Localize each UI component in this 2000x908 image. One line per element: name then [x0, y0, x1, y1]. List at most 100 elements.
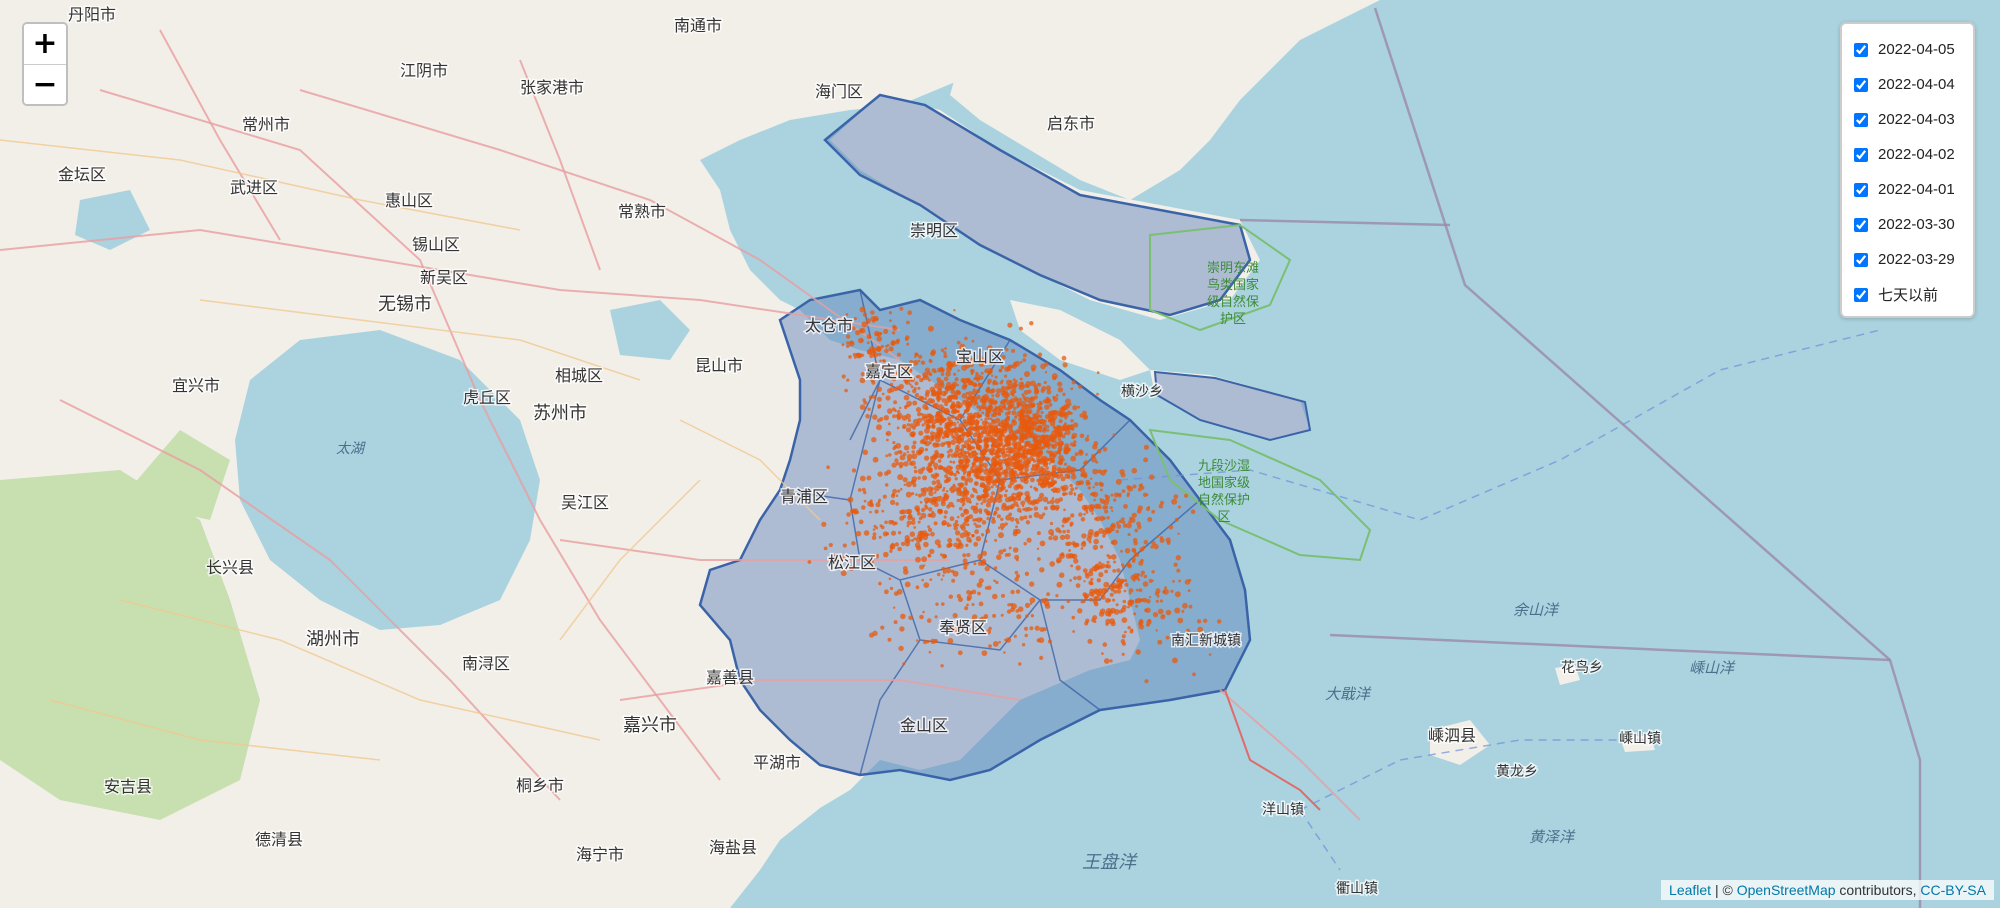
layer-checkbox[interactable]: [1854, 182, 1868, 197]
layer-checkbox[interactable]: [1854, 287, 1868, 302]
place-label: 桐乡市: [516, 776, 564, 795]
case-marker: [1188, 604, 1193, 609]
layer-checkbox[interactable]: [1854, 252, 1868, 267]
case-marker: [1066, 599, 1071, 603]
case-marker: [928, 378, 931, 382]
zoom-in-button[interactable]: +: [24, 24, 66, 64]
case-marker: [872, 394, 877, 399]
case-marker: [876, 336, 883, 342]
case-marker: [1127, 605, 1130, 609]
layer-option-2022-04-02[interactable]: 2022-04-02: [1852, 137, 1963, 172]
case-marker: [924, 448, 929, 452]
case-marker: [848, 340, 855, 347]
case-marker: [952, 381, 958, 387]
case-marker: [1092, 544, 1099, 551]
case-marker: [1003, 427, 1007, 431]
case-marker: [1121, 634, 1126, 639]
case-marker: [937, 387, 943, 393]
case-marker: [1106, 560, 1110, 564]
case-marker: [1077, 608, 1083, 614]
case-marker: [1070, 387, 1074, 391]
case-marker: [1056, 581, 1063, 588]
case-marker: [1090, 477, 1093, 480]
layer-checkbox[interactable]: [1854, 112, 1868, 127]
case-marker: [1111, 509, 1114, 513]
case-marker: [981, 403, 987, 410]
case-marker: [1063, 508, 1066, 512]
layer-checkbox[interactable]: [1854, 42, 1868, 57]
case-marker: [911, 492, 915, 496]
case-marker: [924, 440, 931, 447]
case-marker: [1024, 507, 1029, 512]
case-marker: [891, 462, 897, 468]
case-marker: [883, 415, 889, 421]
case-marker: [1014, 435, 1019, 439]
case-marker: [930, 437, 934, 441]
case-marker: [1174, 517, 1179, 522]
case-marker: [1027, 443, 1030, 447]
case-marker: [1102, 505, 1107, 510]
case-marker: [955, 530, 961, 536]
case-marker: [1033, 506, 1039, 511]
leaflet-link[interactable]: Leaflet: [1669, 882, 1711, 898]
case-marker: [1013, 362, 1017, 366]
case-marker: [893, 606, 896, 609]
case-marker: [1142, 597, 1148, 603]
case-marker: [1016, 614, 1022, 620]
case-marker: [1037, 557, 1041, 561]
place-label: 衢山镇: [1336, 880, 1378, 897]
case-marker: [1138, 620, 1144, 626]
case-marker: [1062, 392, 1066, 396]
case-marker: [980, 452, 985, 457]
case-marker: [1174, 591, 1181, 598]
case-marker: [1004, 522, 1008, 526]
map-view[interactable]: 丹阳市 常州市 金坛区 武进区 惠山区 锡山区 新吴区 无锡市 江阴市 张家港市 常熟市 南通市 海门区…: [0, 0, 2000, 908]
case-marker: [995, 392, 1000, 398]
layer-option-older[interactable]: 七天以前: [1852, 277, 1963, 312]
case-marker: [921, 423, 925, 427]
case-marker: [1121, 563, 1124, 567]
place-label: 德清县: [255, 830, 303, 849]
layer-option-2022-04-01[interactable]: 2022-04-01: [1852, 172, 1963, 207]
case-marker: [988, 626, 992, 631]
layer-option-2022-04-04[interactable]: 2022-04-04: [1852, 67, 1963, 102]
osm-link[interactable]: OpenStreetMap: [1737, 882, 1836, 898]
place-label: 宝山区: [956, 347, 1004, 366]
case-marker: [1171, 498, 1178, 505]
layer-checkbox[interactable]: [1854, 217, 1868, 232]
layer-option-2022-03-30[interactable]: 2022-03-30: [1852, 207, 1963, 242]
place-label: 奉贤区: [939, 618, 987, 637]
case-marker: [910, 431, 916, 437]
license-link[interactable]: CC-BY-SA: [1920, 882, 1986, 898]
layer-option-2022-04-03[interactable]: 2022-04-03: [1852, 102, 1963, 137]
case-marker: [927, 554, 931, 558]
case-marker: [1011, 493, 1014, 497]
map-canvas[interactable]: 丹阳市常州市金坛区武进区惠山区锡山区新吴区无锡市 江阴市张家港市常熟市 南通市海门区…: [0, 0, 2000, 908]
case-marker: [1061, 487, 1067, 492]
layer-option-2022-04-05[interactable]: 2022-04-05: [1852, 32, 1963, 67]
layer-checkbox[interactable]: [1854, 77, 1868, 92]
case-marker: [1113, 492, 1119, 498]
case-marker: [1042, 474, 1047, 479]
zoom-out-button[interactable]: −: [24, 64, 66, 104]
case-marker: [931, 349, 936, 355]
case-marker: [923, 582, 930, 588]
case-marker: [1020, 418, 1025, 423]
case-marker: [976, 470, 982, 476]
place-label: 黄龙乡: [1496, 763, 1538, 780]
case-marker: [969, 500, 972, 504]
case-marker: [1132, 573, 1139, 579]
case-marker: [872, 347, 877, 352]
case-marker: [895, 442, 902, 449]
layer-checkbox[interactable]: [1854, 147, 1868, 162]
case-marker: [902, 662, 906, 666]
case-marker: [927, 527, 933, 533]
case-marker: [1098, 572, 1104, 578]
layer-option-2022-03-29[interactable]: 2022-03-29: [1852, 242, 1963, 277]
case-marker: [984, 417, 988, 421]
case-marker: [1000, 527, 1004, 531]
case-marker: [896, 338, 900, 343]
case-marker: [927, 325, 934, 332]
case-marker: [895, 413, 901, 419]
case-marker: [945, 371, 951, 377]
